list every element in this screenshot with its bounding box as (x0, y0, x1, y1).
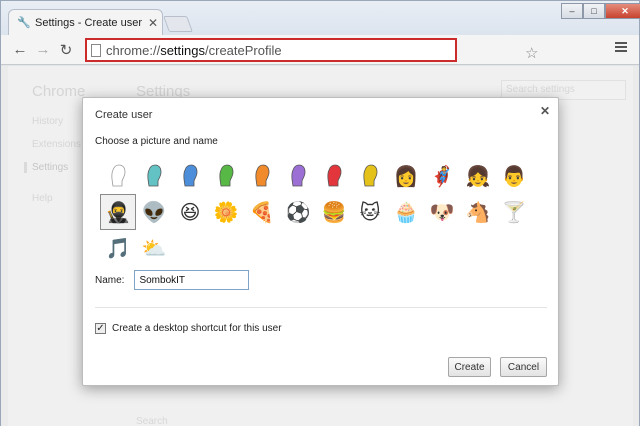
address-bar[interactable]: chrome://settings/createProfile ☆ (85, 38, 538, 62)
dialog-subtitle: Choose a picture and name (95, 136, 218, 147)
avatar-horse[interactable]: 🐴 (460, 194, 496, 230)
avatar-pizza[interactable]: 🍕 (244, 194, 280, 230)
avatar-cat[interactable]: 🐱 (352, 194, 388, 230)
window-close-button[interactable]: ✕ (605, 3, 640, 19)
blonde-woman-icon: 👩 (393, 164, 419, 188)
avatar-dog[interactable]: 🐶 (424, 194, 460, 230)
avatar-soccer-ball[interactable]: ⚽ (280, 194, 316, 230)
avatar-silhouette-yellow[interactable] (352, 158, 388, 194)
new-tab-button[interactable] (163, 16, 193, 32)
avatar-silhouette-red[interactable] (316, 158, 352, 194)
avatar-hair-woman[interactable]: 👧 (460, 158, 496, 194)
superhero-icon: 🦸 (429, 164, 455, 188)
divider (95, 307, 547, 308)
desktop-shortcut-checkbox[interactable]: ✓ (95, 323, 106, 334)
cupcake-icon: 🧁 (393, 200, 419, 224)
dog-icon: 🐶 (429, 200, 455, 224)
man-icon: 👨 (501, 164, 527, 188)
avatar-silhouette-blue[interactable] (172, 158, 208, 194)
desktop-shortcut-label: Create a desktop shortcut for this user (112, 323, 282, 334)
tab-settings[interactable]: 🔧 Settings - Create user ✕ (8, 9, 163, 36)
url-text: chrome://settings/createProfile (106, 42, 282, 58)
silhouette-icon (291, 164, 306, 187)
burger-icon: 🍔 (321, 200, 347, 224)
avatar-grid: 👩 🦸 👧 👨 🥷 👽 😆 🌼 🍕 ⚽ 🍔 🐱 🧁 🐶 🐴 🍸 🎵 ⛅ (100, 158, 532, 266)
toolbar: ← → ↻ chrome://settings/createProfile ☆ (1, 35, 639, 65)
tab-title: Settings - Create user (35, 17, 142, 29)
avatar-flower[interactable]: 🌼 (208, 194, 244, 230)
cat-icon: 🐱 (359, 200, 381, 224)
forward-arrow-icon[interactable]: → (34, 41, 52, 58)
page-icon (91, 43, 101, 57)
silhouette-icon (147, 164, 162, 187)
music-note-icon: 🎵 (105, 236, 131, 260)
silhouette-icon (111, 164, 126, 187)
reload-icon[interactable]: ↻ (57, 41, 75, 59)
menu-icon[interactable] (615, 42, 627, 54)
avatar-sun-cloud[interactable]: ⛅ (136, 230, 172, 266)
silhouette-icon (219, 164, 234, 187)
cocktail-icon: 🍸 (501, 200, 527, 224)
avatar-cupcake[interactable]: 🧁 (388, 194, 424, 230)
minimize-button[interactable]: – (561, 3, 583, 19)
avatar-cocktail[interactable]: 🍸 (496, 194, 532, 230)
silhouette-icon (327, 164, 342, 187)
silhouette-icon (183, 164, 198, 187)
wrench-icon: 🔧 (17, 17, 31, 29)
avatar-alien[interactable]: 👽 (136, 194, 172, 230)
name-input[interactable] (134, 270, 250, 290)
close-tab-icon[interactable]: ✕ (148, 16, 158, 30)
dialog-title: Create user (95, 109, 153, 121)
ninja-icon: 🥷 (105, 200, 131, 224)
avatar-superhero[interactable]: 🦸 (424, 158, 460, 194)
avatar-ninja[interactable]: 🥷 (100, 194, 136, 230)
avatar-smiley[interactable]: 😆 (172, 194, 208, 230)
silhouette-icon (255, 164, 270, 187)
avatar-silhouette-white[interactable] (100, 158, 136, 194)
soccer-ball-icon: ⚽ (285, 200, 311, 224)
cancel-button[interactable]: Cancel (500, 357, 547, 377)
name-row: Name: (95, 270, 250, 290)
smiley-icon: 😆 (179, 200, 201, 224)
avatar-burger[interactable]: 🍔 (316, 194, 352, 230)
silhouette-icon (363, 164, 378, 187)
horse-icon: 🐴 (465, 200, 491, 224)
title-bar: 🔧 Settings - Create user ✕ – □ ✕ (1, 1, 640, 36)
maximize-button[interactable]: □ (583, 3, 605, 19)
avatar-man[interactable]: 👨 (496, 158, 532, 194)
flower-icon: 🌼 (213, 200, 239, 224)
avatar-silhouette-purple[interactable] (280, 158, 316, 194)
window-controls: – □ ✕ (561, 3, 640, 19)
alien-icon: 👽 (141, 200, 167, 224)
bookmark-star-icon[interactable]: ☆ (525, 44, 538, 62)
back-arrow-icon[interactable]: ← (11, 41, 29, 58)
desktop-shortcut-row: ✓ Create a desktop shortcut for this use… (95, 323, 282, 334)
avatar-silhouette-teal[interactable] (136, 158, 172, 194)
sun-cloud-icon: ⛅ (141, 236, 167, 260)
name-label: Name: (95, 274, 125, 286)
avatar-blonde-woman[interactable]: 👩 (388, 158, 424, 194)
create-user-dialog: Create user ✕ Choose a picture and name … (82, 97, 559, 386)
hair-woman-icon: 👧 (465, 164, 491, 188)
avatar-silhouette-green[interactable] (208, 158, 244, 194)
avatar-silhouette-orange[interactable] (244, 158, 280, 194)
pizza-icon: 🍕 (249, 200, 275, 224)
close-icon[interactable]: ✕ (540, 104, 550, 118)
avatar-music-note[interactable]: 🎵 (100, 230, 136, 266)
create-button[interactable]: Create (448, 357, 491, 377)
